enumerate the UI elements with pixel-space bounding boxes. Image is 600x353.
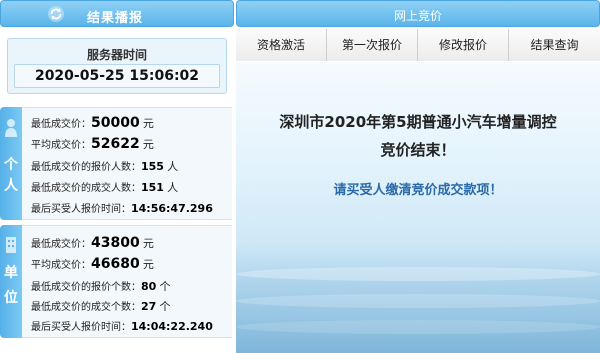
unit-avg-price-unit: 元 — [142, 258, 154, 271]
personal-lowest-bidders: 155 — [141, 160, 164, 173]
unit-last-time-row: 最后买受人报价时间：14:04:22.240 — [31, 318, 213, 333]
unit-lowest-bidders-row: 最低成交价的报价个数：80 个 — [31, 278, 171, 294]
personal-lowest-price-unit: 元 — [142, 117, 154, 130]
personal-lowest-bidders-row: 最低成交价的报价人数：155 人 — [31, 158, 178, 174]
refresh-icon[interactable] — [47, 5, 65, 23]
personal-lowest-price-label: 最低成交价： — [31, 119, 91, 130]
unit-lowest-winners: 27 — [141, 300, 157, 313]
unit-last-time: 14:04:22.240 — [131, 320, 213, 333]
unit-stats: 最低成交价：43800 元 平均成交价：46680 元 最低成交价的报价个数：8… — [22, 225, 232, 338]
personal-avg-price-unit: 元 — [142, 138, 154, 151]
server-time-value: 2020-05-25 15:06:02 — [34, 68, 200, 84]
bidding-result-message-area: 深圳市2020年第5期普通小汽车增量调控 竞价结束！ 请买受人缴清竞价成交款项！ — [236, 62, 600, 353]
unit-lowest-winners-label: 最低成交价的成交个数： — [31, 302, 141, 313]
personal-avg-price: 52622 — [91, 136, 140, 152]
personal-last-time-row: 最后买受人报价时间：14:56:47.296 — [31, 200, 213, 215]
tab-first-bid[interactable]: 第一次报价 — [327, 29, 418, 61]
personal-lowest-price: 50000 — [91, 115, 140, 131]
online-bidding-title: 网上竞价 — [393, 9, 442, 23]
unit-avg-price-label: 平均成交价： — [31, 260, 91, 271]
tab-personal-char-1: 个 — [4, 157, 18, 173]
unit-lowest-winners-unit: 个 — [159, 300, 171, 313]
personal-lowest-winners-unit: 人 — [167, 181, 179, 194]
unit-avg-price: 46680 — [91, 256, 140, 272]
unit-lowest-price-row: 最低成交价：43800 元 — [31, 235, 154, 251]
personal-lowest-bidders-unit: 人 — [167, 160, 179, 173]
personal-last-time: 14:56:47.296 — [131, 202, 213, 215]
tab-result-query[interactable]: 结果查询 — [509, 29, 600, 61]
tab-unit-char-2: 位 — [4, 290, 18, 306]
result-broadcast-panel: 结果播报 服务器时间 2020-05-25 15:06:02 个 人 最低成交价… — [0, 0, 234, 353]
unit-avg-price-row: 平均成交价：46680 元 — [31, 256, 154, 272]
tab-personal[interactable]: 个 人 — [0, 107, 22, 220]
personal-avg-price-label: 平均成交价： — [31, 140, 91, 151]
unit-lowest-price-unit: 元 — [142, 237, 154, 250]
personal-lowest-price-row: 最低成交价：50000 元 — [31, 115, 154, 131]
unit-lowest-bidders-unit: 个 — [159, 280, 171, 293]
tab-personal-char-2: 人 — [4, 178, 18, 194]
bidding-tabs: 资格激活 第一次报价 修改报价 结果查询 — [236, 29, 600, 61]
server-time-label: 服务器时间 — [86, 48, 147, 62]
water-ripple — [236, 294, 600, 308]
server-time-display: 2020-05-25 15:06:02 — [14, 64, 220, 88]
water-ripple — [236, 320, 600, 334]
result-broadcast-title: 结果播报 — [87, 11, 144, 26]
online-bidding-header: 网上竞价 — [236, 0, 600, 27]
personal-avg-price-row: 平均成交价：52622 元 — [31, 136, 154, 152]
personal-lowest-winners: 151 — [141, 181, 164, 194]
result-message-line2: 竞价结束！ — [380, 141, 456, 159]
personal-last-time-label: 最后买受人报价时间： — [31, 204, 131, 215]
result-broadcast-header: 结果播报 — [0, 0, 234, 27]
tab-unit[interactable]: 单 位 — [0, 225, 22, 338]
person-icon — [5, 119, 17, 137]
unit-last-time-label: 最后买受人报价时间： — [31, 322, 131, 333]
tab-qualification-activation[interactable]: 资格激活 — [236, 29, 327, 61]
tab-unit-char-1: 单 — [4, 265, 18, 281]
unit-lowest-winners-row: 最低成交价的成交个数：27 个 — [31, 298, 171, 314]
personal-lowest-winners-label: 最低成交价的成交人数： — [31, 183, 141, 194]
online-bidding-panel: 网上竞价 资格激活 第一次报价 修改报价 结果查询 深圳市2020年第5期普通小… — [236, 0, 600, 353]
building-icon — [6, 237, 16, 253]
result-message-line1: 深圳市2020年第5期普通小汽车增量调控 — [279, 113, 557, 131]
server-time-box: 服务器时间 2020-05-25 15:06:02 — [7, 38, 227, 94]
unit-lowest-price: 43800 — [91, 235, 140, 251]
unit-lowest-bidders-label: 最低成交价的报价个数： — [31, 282, 141, 293]
personal-lowest-winners-row: 最低成交价的成交人数：151 人 — [31, 179, 178, 195]
unit-lowest-bidders: 80 — [141, 280, 157, 293]
water-ripple — [236, 267, 600, 281]
tab-modify-bid[interactable]: 修改报价 — [418, 29, 509, 61]
personal-lowest-bidders-label: 最低成交价的报价人数： — [31, 162, 141, 173]
payment-notice: 请买受人缴清竞价成交款项！ — [333, 183, 503, 198]
personal-stats: 最低成交价：50000 元 平均成交价：52622 元 最低成交价的报价人数：1… — [22, 107, 232, 220]
unit-lowest-price-label: 最低成交价： — [31, 239, 91, 250]
